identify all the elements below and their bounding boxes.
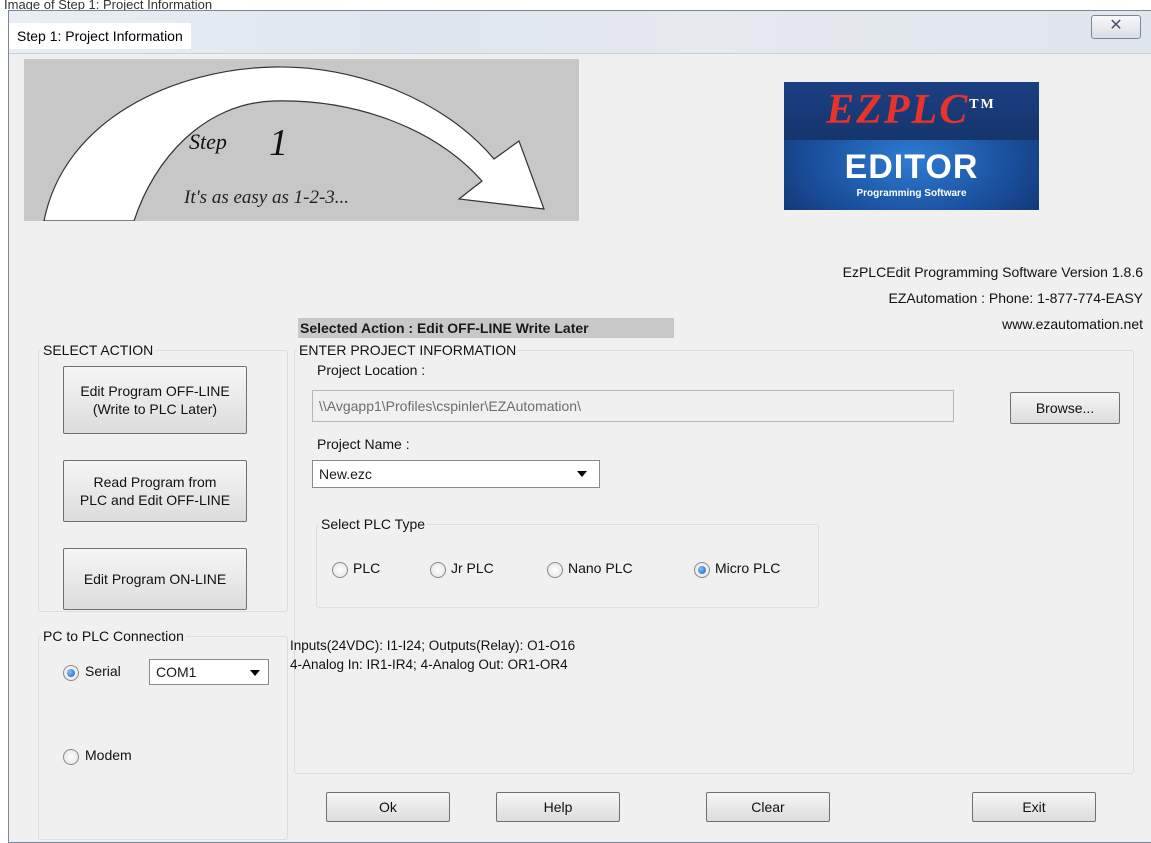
project-name-label: Project Name : (317, 436, 410, 452)
close-icon: ✕ (1109, 17, 1123, 34)
exit-button[interactable]: Exit (972, 792, 1096, 822)
plc-type-label-jr-plc: Jr PLC (451, 560, 494, 576)
step-banner: Step 1 It's as easy as 1-2-3... (24, 59, 579, 221)
serial-radio[interactable] (63, 665, 79, 681)
io-info-line2: 4-Analog In: IR1-IR4; 4-Analog Out: OR1-… (290, 657, 568, 672)
plc-type-radio-nano-plc[interactable] (547, 562, 563, 578)
plc-type-radio-micro-plc[interactable] (694, 562, 710, 578)
project-info-legend: ENTER PROJECT INFORMATION (299, 342, 517, 358)
trademark-mark: TM (969, 97, 996, 112)
version-text: EzPLCEdit Programming Software Version 1… (842, 264, 1143, 280)
step-number: 1 (269, 122, 288, 164)
logo-product: EDITOR (844, 148, 979, 186)
project-name-value: New.ezc (319, 466, 372, 482)
modem-label: Modem (85, 747, 132, 763)
help-button[interactable]: Help (496, 792, 620, 822)
com-port-select[interactable]: COM1 (149, 659, 269, 685)
dialog-client-area: Step 1 It's as easy as 1-2-3... EZPLCTM … (14, 54, 1143, 840)
step-word: Step (189, 129, 227, 154)
title-bar: Step 1: Project Information ✕ (9, 11, 1151, 54)
modem-radio[interactable] (63, 749, 79, 765)
dialog-window: Step 1: Project Information ✕ Step 1 It'… (8, 10, 1151, 843)
io-info-line1: Inputs(24VDC): I1-I24; Outputs(Relay): O… (290, 638, 576, 653)
image-caption: Image of Step 1: Project Information (4, 0, 213, 10)
clear-button[interactable]: Clear (706, 792, 830, 822)
banner-tagline: It's as easy as 1-2-3... (184, 187, 350, 208)
project-location-label: Project Location : (317, 362, 426, 378)
read-program-button[interactable]: Read Program from PLC and Edit OFF-LINE (63, 460, 247, 522)
plc-type-label-plc: PLC (353, 560, 381, 576)
connection-legend: PC to PLC Connection (43, 628, 184, 644)
plc-type-radio-plc[interactable] (332, 562, 348, 578)
ezplc-editor-logo: EZPLCTM EDITOR Programming Software (784, 82, 1039, 210)
phone-text: EZAutomation : Phone: 1-877-774-EASY (888, 290, 1143, 306)
logo-brand: EZPLCTM (826, 87, 996, 133)
ok-button[interactable]: Ok (326, 792, 450, 822)
plc-type-label-micro-plc: Micro PLC (715, 560, 781, 576)
select-action-legend: SELECT ACTION (43, 342, 154, 358)
chevron-down-icon (250, 670, 260, 676)
edit-offline-button[interactable]: Edit Program OFF-LINE (Write to PLC Late… (63, 366, 247, 434)
plc-type-label-nano-plc: Nano PLC (568, 560, 633, 576)
window-title: Step 1: Project Information (9, 23, 191, 49)
browse-button[interactable]: Browse... (1010, 392, 1120, 424)
project-location-field[interactable]: \\Avgapp1\Profiles\cspinler\EZAutomation… (312, 390, 954, 422)
edit-online-button[interactable]: Edit Program ON-LINE (63, 548, 247, 610)
plc-type-radio-jr-plc[interactable] (430, 562, 446, 578)
close-button[interactable]: ✕ (1091, 15, 1141, 39)
website-text: www.ezautomation.net (1002, 316, 1143, 332)
chevron-down-icon (577, 471, 587, 477)
logo-subtitle: Programming Software (856, 188, 967, 199)
serial-label: Serial (85, 663, 121, 679)
plc-type-legend: Select PLC Type (321, 516, 426, 532)
selected-action-label: Selected Action : Edit OFF-LINE Write La… (298, 318, 674, 338)
project-name-select[interactable]: New.ezc (312, 460, 600, 488)
com-port-value: COM1 (156, 664, 197, 680)
